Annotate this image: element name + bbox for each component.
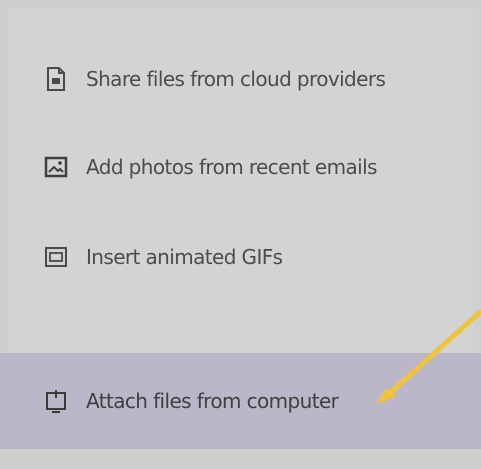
menu-item-share-cloud-files[interactable]: Share files from cloud providers — [0, 44, 481, 114]
photo-icon — [44, 155, 68, 179]
menu-item-add-photos-recent-emails[interactable]: Add photos from recent emails — [0, 132, 481, 202]
menu-item-insert-gifs[interactable]: Insert animated GIFs — [0, 222, 481, 292]
menu-item-label: Add photos from recent emails — [86, 155, 377, 179]
gif-icon — [44, 245, 68, 269]
menu-bottom-edge — [0, 449, 481, 469]
cloud-file-icon — [44, 67, 68, 91]
attach-menu: Share files from cloud providers Add pho… — [0, 0, 481, 469]
menu-item-label: Attach files from computer — [86, 389, 339, 413]
computer-upload-icon — [44, 389, 68, 413]
menu-item-label: Share files from cloud providers — [86, 67, 386, 91]
menu-item-attach-from-computer[interactable]: Attach files from computer — [0, 353, 481, 449]
menu-item-label: Insert animated GIFs — [86, 245, 283, 269]
